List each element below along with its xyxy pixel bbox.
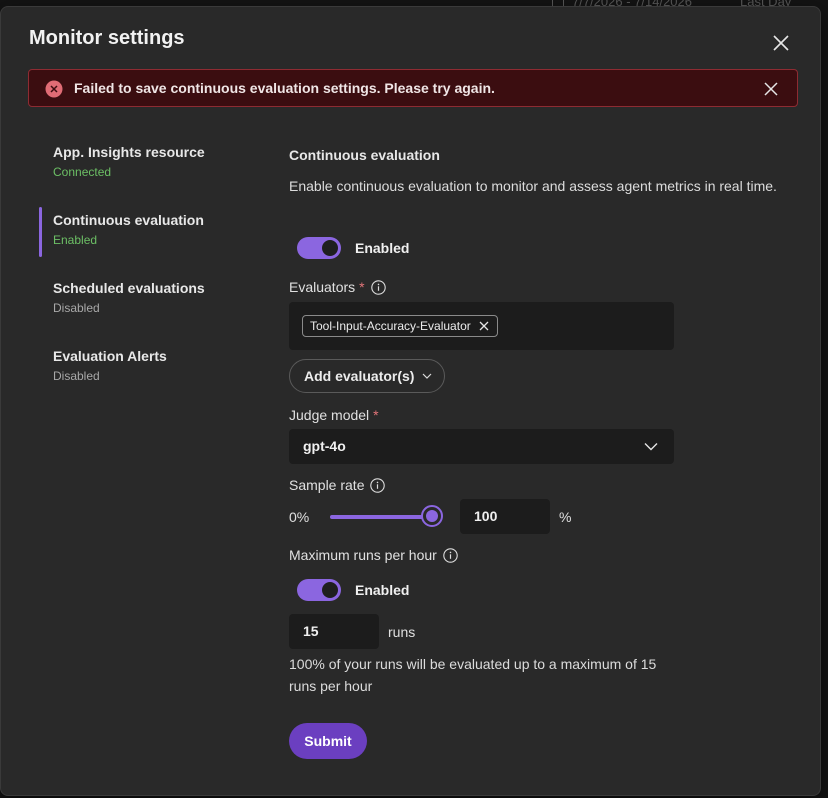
max-runs-unit: runs: [388, 624, 416, 640]
evaluators-label-text: Evaluators: [289, 279, 356, 295]
sample-rate-input[interactable]: 100: [460, 499, 550, 534]
required-mark: *: [373, 407, 379, 423]
remove-tag-icon[interactable]: [479, 321, 489, 331]
max-runs-input[interactable]: 15: [289, 614, 379, 649]
toggle-knob: [322, 582, 338, 598]
add-evaluator-label: Add evaluator(s): [304, 368, 415, 384]
judge-model-value: gpt-4o: [303, 438, 346, 454]
evaluator-tag-label: Tool-Input-Accuracy-Evaluator: [310, 319, 471, 333]
error-message: Failed to save continuous evaluation set…: [74, 80, 495, 96]
evaluators-picker[interactable]: Tool-Input-Accuracy-Evaluator: [289, 302, 674, 350]
info-icon[interactable]: [370, 280, 386, 295]
settings-nav: App. Insights resource Connected Continu…: [39, 137, 259, 409]
nav-item-label: App. Insights resource: [53, 144, 205, 160]
chevron-down-icon: [423, 373, 432, 379]
continuous-evaluation-toggle-label: Enabled: [355, 240, 410, 256]
evaluation-summary: 100% of your runs will be evaluated up t…: [289, 656, 657, 694]
add-evaluator-button[interactable]: Add evaluator(s): [289, 359, 446, 393]
nav-item-status: Disabled: [53, 369, 100, 383]
error-circle-icon: [45, 80, 63, 98]
info-icon[interactable]: [443, 548, 458, 563]
judge-model-label-text: Judge model: [289, 407, 370, 423]
judge-model-label: Judge model *: [289, 407, 379, 423]
max-runs-toggle[interactable]: [297, 579, 341, 601]
sample-rate-slider-thumb[interactable]: [421, 505, 443, 527]
nav-item-label: Continuous evaluation: [53, 212, 204, 228]
nav-item-status: Connected: [53, 165, 112, 179]
nav-item-status: Disabled: [53, 301, 100, 315]
judge-model-select[interactable]: gpt-4o: [289, 429, 674, 464]
toggle-knob: [322, 240, 338, 256]
max-runs-label: Maximum runs per hour: [289, 547, 458, 563]
dialog-title: Monitor settings: [29, 27, 185, 49]
max-runs-label-text: Maximum runs per hour: [289, 547, 437, 563]
section-description: Enable continuous evaluation to monitor …: [289, 178, 777, 194]
nav-item-status: Enabled: [53, 233, 98, 247]
nav-item-continuous-evaluation[interactable]: Continuous evaluation Enabled: [39, 205, 259, 273]
evaluator-tag: Tool-Input-Accuracy-Evaluator: [302, 315, 498, 337]
section-title: Continuous evaluation: [289, 147, 440, 163]
sample-rate-label: Sample rate: [289, 477, 386, 493]
sample-rate-label-text: Sample rate: [289, 477, 365, 493]
nav-item-label: Scheduled evaluations: [53, 280, 205, 296]
evaluators-label: Evaluators *: [289, 279, 386, 295]
nav-item-evaluation-alerts[interactable]: Evaluation Alerts Disabled: [39, 341, 259, 409]
chevron-down-icon: [644, 443, 658, 451]
close-dialog-button[interactable]: [769, 31, 793, 55]
sample-rate-slider-track[interactable]: [330, 515, 433, 519]
monitor-settings-dialog: Monitor settings Failed to save continuo…: [0, 6, 821, 796]
info-icon[interactable]: [370, 478, 386, 493]
error-banner: Failed to save continuous evaluation set…: [28, 69, 798, 107]
max-runs-toggle-label: Enabled: [355, 582, 410, 598]
nav-item-scheduled-evaluations[interactable]: Scheduled evaluations Disabled: [39, 273, 259, 341]
submit-button[interactable]: Submit: [289, 723, 367, 759]
dismiss-error-icon[interactable]: [762, 80, 780, 98]
sample-rate-min-label: 0%: [289, 509, 310, 525]
sample-rate-unit: %: [559, 509, 572, 525]
continuous-evaluation-toggle[interactable]: [297, 237, 341, 259]
close-icon: [773, 35, 789, 51]
required-mark: *: [359, 279, 365, 295]
nav-item-label: Evaluation Alerts: [53, 348, 167, 364]
nav-item-app-insights[interactable]: App. Insights resource Connected: [39, 137, 259, 205]
